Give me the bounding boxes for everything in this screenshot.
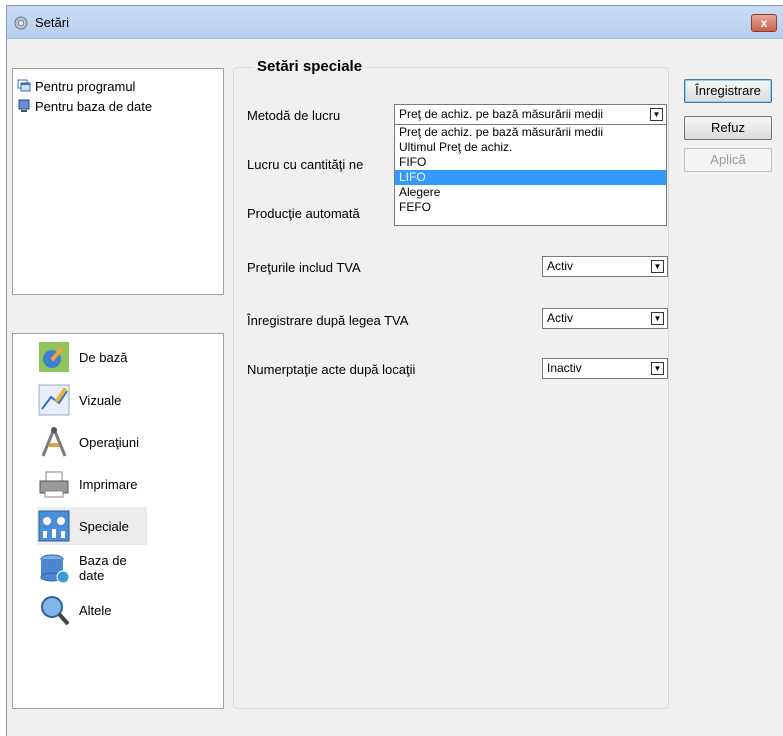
dropdown-option[interactable]: Ultimul Preţ de achiz. — [395, 140, 666, 155]
method-dropdown-list[interactable]: Preţ de achiz. pe bază măsurării medii U… — [394, 124, 667, 226]
category-label: Altele — [79, 602, 112, 618]
special-settings-icon — [38, 510, 70, 542]
negative-qty-label: Lucru cu cantităţi ne — [247, 157, 364, 172]
gear-icon — [14, 16, 28, 30]
method-label: Metodă de lucru — [247, 108, 341, 123]
dropdown-option[interactable]: Preţ de achiz. pe bază măsurării medii — [395, 125, 666, 140]
chevron-down-icon[interactable]: ▼ — [651, 312, 664, 325]
category-visual[interactable]: Vizuale — [37, 381, 147, 419]
category-label: Operaţiuni — [79, 434, 139, 450]
title-bar: Setări x — [7, 6, 783, 39]
cancel-button[interactable]: Refuz — [684, 116, 772, 140]
numbering-by-location-label: Numerptaţie acte după locaţii — [247, 362, 416, 377]
prices-include-vat-label: Preţurile includ TVA — [247, 260, 361, 275]
tree-item-label: Pentru programul — [35, 78, 136, 94]
category-list: De bază Vizuale Operaţiuni Imprimare Spe… — [12, 333, 224, 709]
compass-icon — [41, 427, 67, 457]
category-printing[interactable]: Imprimare — [37, 465, 147, 503]
apply-button[interactable]: Aplică — [684, 148, 772, 172]
windows-icon — [17, 79, 31, 92]
globe-wrench-icon — [39, 342, 69, 372]
computer-icon — [18, 99, 30, 112]
chevron-down-icon[interactable]: ▼ — [650, 108, 663, 121]
printer-icon — [39, 471, 69, 498]
category-label: Speciale — [79, 518, 129, 534]
method-select-value: Preţ de achiz. pe bază măsurării medii — [399, 107, 604, 121]
numbering-by-location-select[interactable]: Inactiv ▼ — [542, 358, 668, 379]
window-title: Setări — [35, 15, 69, 30]
category-operations[interactable]: Operaţiuni — [37, 423, 147, 461]
tree-item-database[interactable]: Pentru baza de date — [17, 97, 152, 115]
magnifier-icon — [41, 596, 70, 626]
category-basic[interactable]: De bază — [37, 338, 147, 376]
select-value: Inactiv — [547, 361, 582, 375]
dropdown-option[interactable]: FEFO — [395, 200, 666, 215]
select-value: Activ — [547, 259, 574, 273]
category-label: Imprimare — [79, 476, 138, 492]
category-database[interactable]: Baza de date — [37, 549, 147, 587]
select-value: Activ — [547, 311, 574, 325]
close-button[interactable]: x — [751, 14, 777, 32]
category-label: De bază — [79, 349, 128, 365]
chevron-down-icon[interactable]: ▼ — [651, 260, 664, 273]
tree-item-label: Pentru baza de date — [35, 98, 153, 114]
save-button[interactable]: Înregistrare — [684, 79, 772, 103]
category-special[interactable]: Speciale — [37, 507, 147, 545]
prices-include-vat-select[interactable]: Activ ▼ — [542, 256, 668, 277]
database-icon — [40, 554, 70, 584]
section-title: Setări speciale — [253, 58, 367, 75]
vat-law-label: Înregistrare după legea TVA — [247, 313, 409, 328]
brush-icon — [38, 384, 70, 416]
auto-production-label: Producţie automată — [247, 206, 360, 221]
category-others[interactable]: Altele — [37, 591, 147, 629]
vat-law-select[interactable]: Activ ▼ — [542, 308, 668, 329]
method-select[interactable]: Preţ de achiz. pe bază măsurării medii ▼ — [394, 104, 667, 125]
category-label: Vizuale — [79, 392, 122, 408]
tree-item-program[interactable]: Pentru programul — [17, 77, 135, 95]
dropdown-option[interactable]: FIFO — [395, 155, 666, 170]
chevron-down-icon[interactable]: ▼ — [651, 362, 664, 375]
dropdown-option[interactable]: Alegere — [395, 185, 666, 200]
category-label: Baza de date — [79, 553, 127, 583]
settings-scope-tree: Pentru programul Pentru baza de date — [12, 68, 224, 295]
dropdown-option-highlighted[interactable]: LIFO — [395, 170, 666, 185]
